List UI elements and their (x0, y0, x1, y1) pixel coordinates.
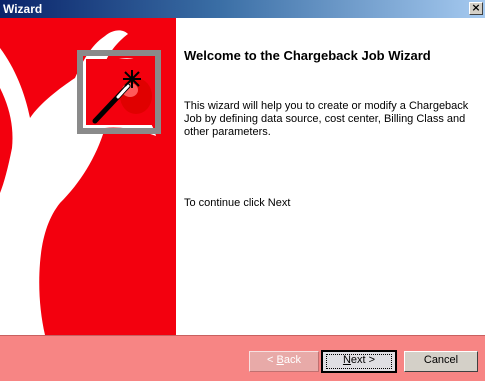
wizard-content: Welcome to the Chargeback Job Wizard Thi… (176, 18, 485, 335)
back-button-prefix: < (267, 354, 277, 366)
cancel-button[interactable]: Cancel (404, 351, 478, 372)
wizard-window: Wizard × Welcome to the Chargeback Job W… (0, 0, 485, 381)
page-title: Welcome to the Chargeback Job Wizard (184, 48, 431, 63)
deer-antler-silhouette (0, 30, 161, 335)
focus-rect (326, 354, 392, 369)
cancel-button-label: Cancel (423, 354, 459, 366)
back-button-label: ack (283, 354, 301, 366)
back-button-mnemonic: B (276, 354, 284, 366)
continue-hint: To continue click Next (184, 197, 291, 209)
page-description: This wizard will help you to create or m… (184, 100, 469, 138)
button-bar: < Back Next > Cancel (0, 335, 485, 381)
next-button[interactable]: Next > (321, 350, 397, 373)
back-button[interactable]: < Back (249, 351, 319, 372)
window-title: Wizard (3, 2, 43, 16)
close-icon: × (471, 1, 481, 14)
title-bar[interactable]: Wizard × (0, 0, 485, 18)
wizard-side-panel (0, 18, 176, 335)
close-button[interactable]: × (469, 2, 483, 15)
